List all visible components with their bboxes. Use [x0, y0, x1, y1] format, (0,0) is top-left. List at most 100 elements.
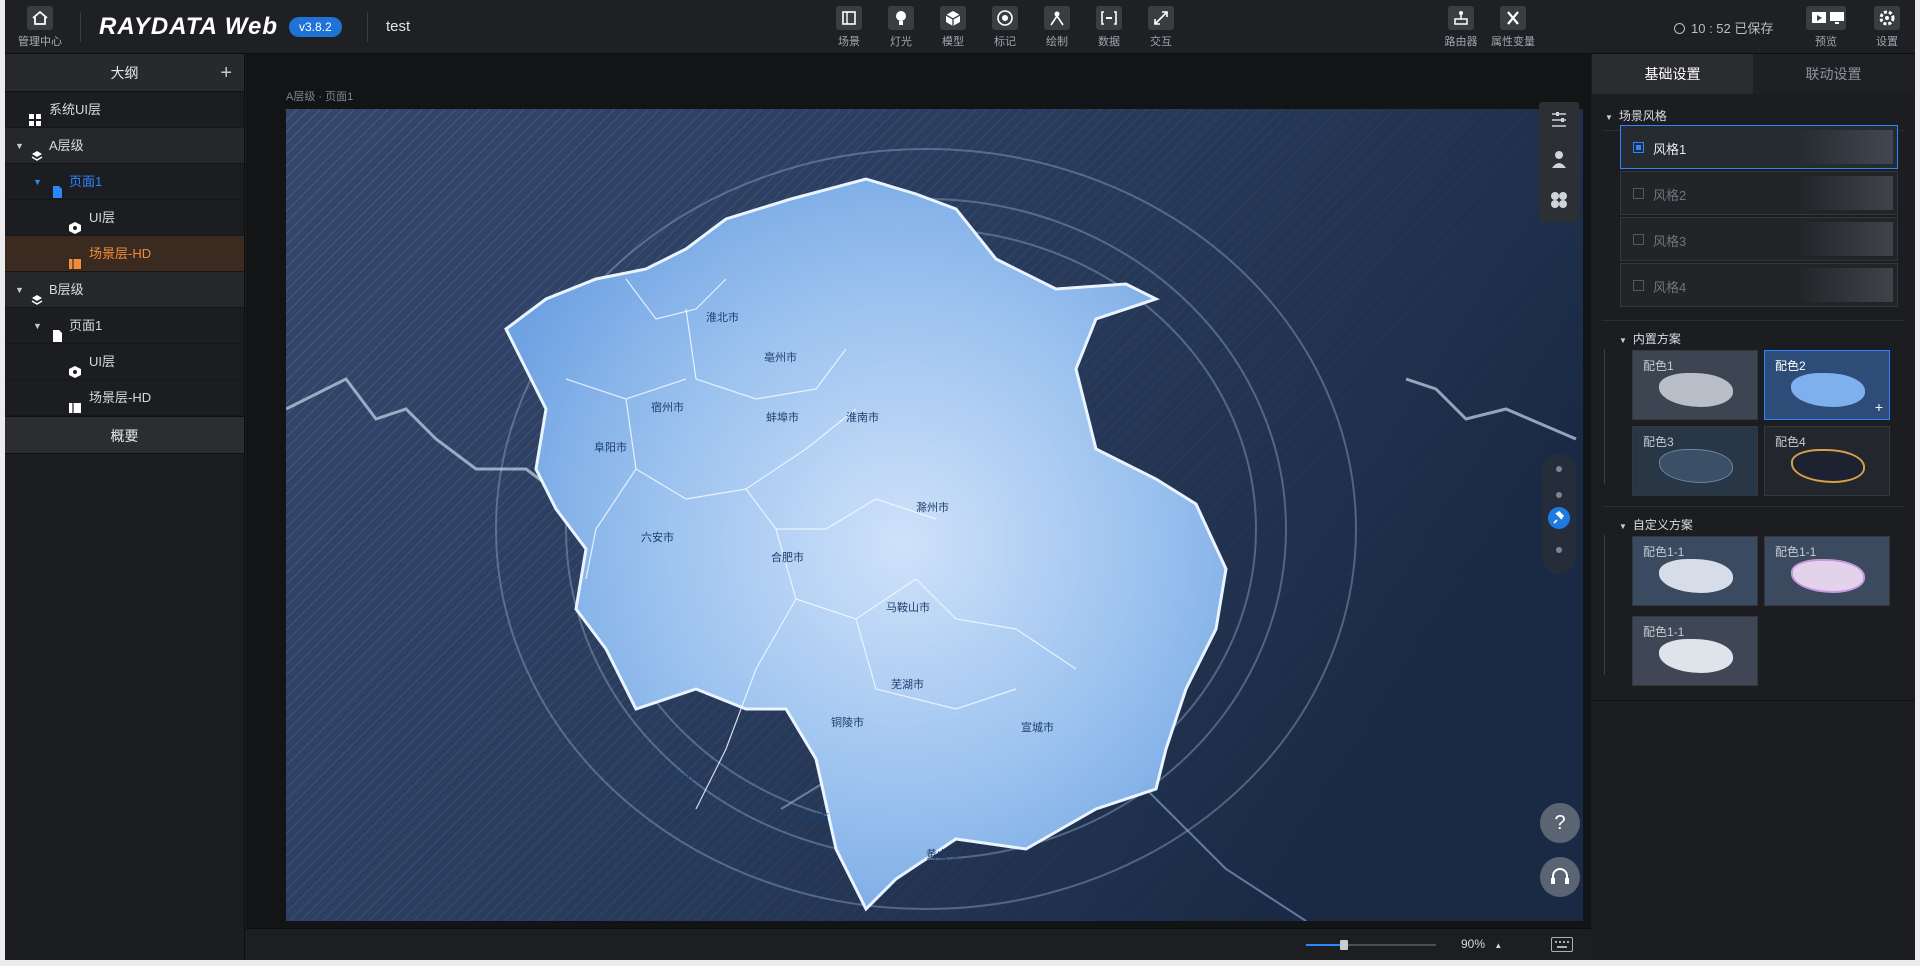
zoom-slider-handle[interactable]	[1339, 940, 1348, 950]
caret-down-icon[interactable]: ▼	[33, 164, 42, 200]
caret-down-icon[interactable]: ▼	[15, 272, 24, 308]
checkbox[interactable]	[1633, 188, 1644, 199]
page-icon	[51, 320, 63, 342]
tool-scene[interactable]: 场景	[827, 6, 871, 50]
checkbox[interactable]	[1633, 280, 1644, 291]
settings-label: 设置	[1876, 36, 1898, 48]
scene-layer-icon	[69, 392, 81, 413]
tree-item-label: 场景层-HD	[89, 246, 152, 261]
section-custom-schemes[interactable]: ▼ 自定义方案	[1619, 516, 1693, 533]
tree-item-system-ui[interactable]: 系统UI层	[5, 92, 244, 128]
tool-draw[interactable]: 绘制	[1035, 6, 1079, 50]
tool-variables[interactable]: 属性变量	[1491, 6, 1535, 50]
divider	[1602, 320, 1905, 321]
section-builtin-schemes[interactable]: ▼ 内置方案	[1619, 330, 1681, 347]
tree-item-ui-layer-a[interactable]: UI层	[5, 200, 244, 236]
status-bar: 90% ▲	[246, 928, 1591, 960]
headset-button[interactable]	[1540, 857, 1580, 897]
marker-icon	[992, 6, 1018, 30]
preview-label: 预览	[1815, 36, 1837, 48]
home-button[interactable]: 管理中心	[14, 6, 66, 50]
zoom-level[interactable]: 90% ▲	[1461, 937, 1502, 951]
person-icon[interactable]	[1539, 142, 1579, 178]
tree-item-page-a1[interactable]: ▼ 页面1	[5, 164, 244, 200]
custom-palette-3[interactable]: 配色1-1	[1632, 616, 1758, 686]
tree-item-layer-b[interactable]: ▼ B层级	[5, 272, 244, 308]
settings-button[interactable]: 设置	[1865, 6, 1909, 50]
tree-item-scene-layer-b[interactable]: 场景层-HD	[5, 380, 244, 416]
palette-4[interactable]: 配色4	[1764, 426, 1890, 496]
caret-down-icon[interactable]: ▼	[15, 128, 24, 164]
tool-marker[interactable]: 标记	[983, 6, 1027, 50]
breadcrumb: A层级 · 页面1	[286, 91, 354, 103]
tree-item-scene-layer-a[interactable]: 场景层-HD	[5, 236, 244, 272]
tree-item-label: 场景层-HD	[89, 390, 152, 405]
add-icon[interactable]: +	[1875, 399, 1883, 415]
palette-1[interactable]: 配色1	[1632, 350, 1758, 420]
scene-viewport[interactable]: 淮北市 亳州市 宿州市 蚌埠市 阜阳市 淮南市 滁州市 六安市 合肥市 马鞍山市 芜湖市 铜陵市 宣城市…	[286, 109, 1583, 921]
divider	[1592, 700, 1915, 701]
tool-label: 交互	[1150, 36, 1172, 48]
palette-thumbnail	[1659, 449, 1733, 483]
tree-item-page-b1[interactable]: ▼ 页面1	[5, 308, 244, 344]
style-name: 风格1	[1653, 142, 1687, 157]
tree-item-ui-layer-b[interactable]: UI层	[5, 344, 244, 380]
palette-thumbnail	[1791, 449, 1865, 483]
fan-icon[interactable]	[1539, 182, 1579, 218]
caret-down-icon[interactable]: ▼	[33, 308, 42, 344]
home-icon	[27, 6, 53, 30]
keyboard-icon[interactable]	[1551, 937, 1573, 952]
palette-3[interactable]: 配色3	[1632, 426, 1758, 496]
overview-header[interactable]: 概要	[5, 416, 244, 454]
scene-layer-icon	[69, 248, 81, 269]
checkbox[interactable]	[1633, 234, 1644, 245]
city-label: 滁州市	[916, 502, 949, 514]
city-label: 池州市	[796, 812, 829, 824]
palette-thumbnail	[1791, 559, 1865, 593]
tool-interaction[interactable]: 交互	[1139, 6, 1183, 50]
tree-item-label: 页面1	[69, 318, 103, 333]
camera-presets	[1542, 454, 1576, 574]
tool-data[interactable]: 数据	[1087, 6, 1131, 50]
ui-layer-icon	[69, 212, 81, 234]
custom-palette-2[interactable]: 配色1-1	[1764, 536, 1890, 606]
save-status: 10 : 52 已保存	[1674, 18, 1773, 37]
gear-icon	[1874, 6, 1900, 30]
ui-layer-icon	[69, 356, 81, 378]
preview-button[interactable]: 预览	[1803, 6, 1849, 50]
city-label: 淮南市	[846, 412, 879, 424]
palette-2[interactable]: 配色2 +	[1764, 350, 1890, 420]
preset-dot[interactable]	[1556, 547, 1562, 553]
custom-palette-1[interactable]: 配色1-1	[1632, 536, 1758, 606]
checkbox[interactable]	[1633, 142, 1644, 153]
city-label: 亳州市	[764, 352, 797, 364]
style-thumbnail	[1797, 268, 1893, 302]
style-name: 风格2	[1653, 188, 1687, 203]
style-thumbnail	[1797, 130, 1893, 164]
outline-panel: 大纲 + 系统UI层 ▼ A层级 ▼ 页面1 UI层 场景层-HD ▼ B层级 …	[5, 54, 245, 960]
preset-dot[interactable]	[1556, 466, 1562, 472]
pin-icon[interactable]	[1548, 507, 1570, 529]
tree-item-layer-a[interactable]: ▼ A层级	[5, 128, 244, 164]
add-layer-button[interactable]: +	[220, 54, 232, 92]
help-button[interactable]: ?	[1540, 803, 1580, 843]
city-label: 六安市	[641, 532, 674, 544]
outline-title: 大纲	[110, 65, 139, 81]
tool-light[interactable]: 灯光	[879, 6, 923, 50]
style-option-4[interactable]: 风格4	[1620, 263, 1898, 307]
tab-linkage-settings[interactable]: 联动设置	[1753, 54, 1914, 94]
caret-up-icon: ▲	[1494, 941, 1503, 950]
tree-item-label: A层级	[49, 138, 84, 153]
city-label: 淮北市	[706, 312, 739, 324]
tool-model[interactable]: 模型	[931, 6, 975, 50]
tab-basic-settings[interactable]: 基础设置	[1592, 54, 1753, 94]
style-option-1[interactable]: 风格1	[1620, 125, 1898, 169]
preset-dot[interactable]	[1556, 492, 1562, 498]
style-option-3[interactable]: 风格3	[1620, 217, 1898, 261]
palette-name: 配色1-1	[1643, 625, 1685, 639]
style-option-2[interactable]: 风格2	[1620, 171, 1898, 215]
tool-router[interactable]: 路由器	[1439, 6, 1483, 50]
zoom-slider[interactable]	[1306, 940, 1436, 950]
sliders-icon[interactable]	[1539, 102, 1579, 138]
section-scene-style[interactable]: ▼ 场景风格	[1605, 107, 1667, 124]
